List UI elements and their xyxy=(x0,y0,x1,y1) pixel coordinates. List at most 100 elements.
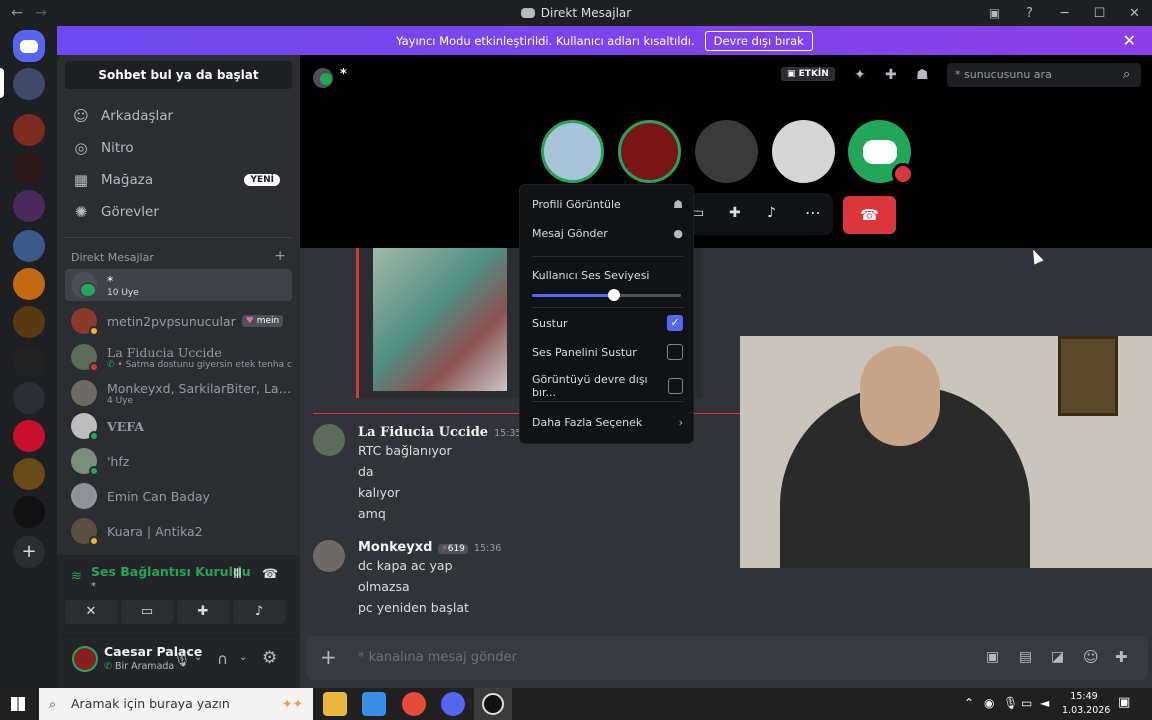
soundboard-icon[interactable]: ♪ xyxy=(767,205,776,221)
discord-taskbar-icon[interactable] xyxy=(441,692,465,716)
network-icon[interactable]: ▭ xyxy=(1021,696,1032,710)
dm-item[interactable]: Kuara | Antika2 xyxy=(65,515,292,547)
message-author[interactable]: Monkeyxd xyxy=(358,540,432,555)
chevron-down-icon[interactable]: ⌄ xyxy=(194,652,202,663)
mute-soundboard-checkbox[interactable] xyxy=(667,344,683,360)
microphone-icon[interactable]: 🎙 xyxy=(1003,696,1018,710)
server-icon[interactable] xyxy=(13,420,45,452)
participant-tile[interactable] xyxy=(772,120,835,183)
mute-checkbox[interactable]: ✓ xyxy=(667,315,683,331)
clock[interactable]: 15:49 1.03.2026 xyxy=(1062,690,1110,718)
gift-icon[interactable]: ▣ xyxy=(986,649,999,665)
minimize-button[interactable]: ─ xyxy=(1047,6,1082,21)
nav-shop[interactable]: ▦ Mağaza YENİ xyxy=(65,164,292,196)
menu-view-profile[interactable]: Profili Görüntüle ☗ xyxy=(532,198,683,211)
voice-status[interactable]: Ses Bağlantısı Kuruldu xyxy=(91,564,251,579)
inbox-icon[interactable]: ▣ xyxy=(977,6,1012,20)
menu-mute-soundboard[interactable]: Ses Panelini Sustur xyxy=(532,344,683,360)
active-app-highlight[interactable] xyxy=(474,688,512,720)
settings-gear-icon[interactable]: ⚙ xyxy=(262,648,277,668)
microphone-icon[interactable]: 🎙 xyxy=(173,652,191,668)
emoji-icon[interactable]: ☺ xyxy=(1083,648,1099,666)
close-button[interactable]: ✕ xyxy=(1117,6,1152,21)
help-icon[interactable]: ? xyxy=(1012,6,1047,21)
dm-item[interactable]: 'hfz xyxy=(65,445,292,477)
message-avatar[interactable] xyxy=(313,540,345,572)
server-icon[interactable] xyxy=(13,496,45,528)
maximize-button[interactable]: ☐ xyxy=(1082,6,1117,21)
more-icon[interactable]: ⋯ xyxy=(805,203,821,222)
app-icon[interactable] xyxy=(362,692,386,716)
dm-item[interactable]: La Fiducia Uccide ✆ • Satma dostunu giye… xyxy=(65,341,292,373)
attach-plus-icon[interactable]: + xyxy=(320,645,337,669)
server-icon[interactable] xyxy=(13,68,45,100)
end-call-button[interactable]: ☎ xyxy=(843,196,896,234)
add-server-icon[interactable]: + xyxy=(13,536,45,568)
dm-item[interactable]: Monkeyxd, SarkilarBiter, La ... 4 Üye xyxy=(65,377,292,409)
windows-start-icon[interactable] xyxy=(11,697,25,711)
message-avatar[interactable] xyxy=(313,424,345,456)
add-friends-icon[interactable]: ✚ xyxy=(885,67,897,83)
server-icon[interactable] xyxy=(13,230,45,262)
search-icon[interactable]: ⌕ xyxy=(1123,67,1130,82)
close-icon[interactable]: ✕ xyxy=(1123,31,1136,50)
dm-item[interactable]: metin2pvpsunucular ♥ mein xyxy=(65,305,292,337)
apps-icon[interactable]: ✚ xyxy=(1115,648,1128,666)
server-icon[interactable] xyxy=(13,346,45,378)
server-icon[interactable] xyxy=(13,268,45,300)
noise-suppression-icon[interactable]: Ⅲ xyxy=(233,567,242,582)
taskbar-search-input[interactable]: ⌕ Aramak için buraya yazın ✦✦ xyxy=(39,688,313,720)
user-avatar[interactable] xyxy=(72,646,98,672)
volume-icon[interactable]: ◄ xyxy=(1040,696,1049,710)
nav-nitro[interactable]: ◎ Nitro xyxy=(65,132,292,164)
voice-channel[interactable]: * xyxy=(91,581,96,592)
forward-arrow-icon[interactable]: → xyxy=(34,5,48,21)
disconnect-icon[interactable]: ☎ xyxy=(262,567,278,582)
create-dm-icon[interactable]: + xyxy=(274,249,286,264)
dm-item[interactable]: VEFA xyxy=(65,410,292,442)
server-icon[interactable] xyxy=(13,152,45,184)
sticker-icon[interactable]: ◪ xyxy=(1051,649,1064,665)
activities-button[interactable]: ✚ xyxy=(177,600,229,624)
back-arrow-icon[interactable]: ← xyxy=(10,5,24,21)
volume-slider[interactable] xyxy=(532,289,681,301)
tray-icon[interactable]: ◉ xyxy=(984,696,994,710)
dm-item[interactable]: Emin Can Baday xyxy=(65,480,292,512)
gif-icon[interactable]: ▤ xyxy=(1019,649,1032,665)
screen-share-button[interactable]: ▭ xyxy=(121,600,173,624)
chrome-icon[interactable] xyxy=(402,692,426,716)
menu-mute[interactable]: Sustur ✓ xyxy=(532,315,683,331)
dm-item[interactable]: * 10 Üye xyxy=(65,269,292,301)
header-search-input[interactable]: * sunucusunu ara xyxy=(947,63,1141,87)
file-explorer-icon[interactable] xyxy=(323,692,347,716)
participant-tile[interactable] xyxy=(695,120,758,183)
headphones-icon[interactable]: ∩ xyxy=(217,650,228,668)
find-conversation-button[interactable]: Sohbet bul ya da başlat xyxy=(65,61,292,89)
participant-tile[interactable] xyxy=(541,120,604,183)
volume-slider-handle[interactable] xyxy=(607,289,620,301)
nav-quests[interactable]: ✺ Görevler xyxy=(65,196,292,228)
disable-streamer-mode-button[interactable]: Devre dışı bırak xyxy=(704,30,813,51)
server-icon[interactable] xyxy=(13,114,45,146)
home-button[interactable] xyxy=(13,30,45,62)
disable-video-checkbox[interactable] xyxy=(667,378,683,394)
server-icon[interactable] xyxy=(13,306,45,338)
menu-send-message[interactable]: Mesaj Gönder ● xyxy=(532,227,683,240)
server-icon[interactable] xyxy=(13,458,45,490)
notifications-icon[interactable]: ▣ xyxy=(1118,695,1130,710)
tray-chevron-icon[interactable]: ⌃ xyxy=(964,696,974,710)
message-author[interactable]: La Fiducia Uccide xyxy=(358,425,488,440)
activities-icon[interactable]: ✚ xyxy=(729,205,741,221)
video-feed[interactable] xyxy=(740,336,1152,568)
server-icon[interactable] xyxy=(13,382,45,414)
server-icon[interactable] xyxy=(13,190,45,222)
menu-disable-video[interactable]: Görüntüyü devre dışı bır... xyxy=(532,373,683,399)
soundboard-button[interactable]: ♪ xyxy=(233,600,285,624)
pin-icon[interactable]: ✦ xyxy=(854,67,866,83)
chevron-down-icon[interactable]: ⌄ xyxy=(239,652,247,663)
member-list-icon[interactable]: ☗ xyxy=(916,67,929,83)
message-input[interactable]: + * kanalına mesaj gönder ▣ ▤ ◪ ☺ ✚ xyxy=(306,636,1148,680)
menu-more-options[interactable]: Daha Fazla Seçenek › xyxy=(532,416,683,429)
nav-friends[interactable]: ☺ Arkadaşlar xyxy=(65,100,292,132)
camera-off-button[interactable]: ✕ xyxy=(65,600,117,624)
